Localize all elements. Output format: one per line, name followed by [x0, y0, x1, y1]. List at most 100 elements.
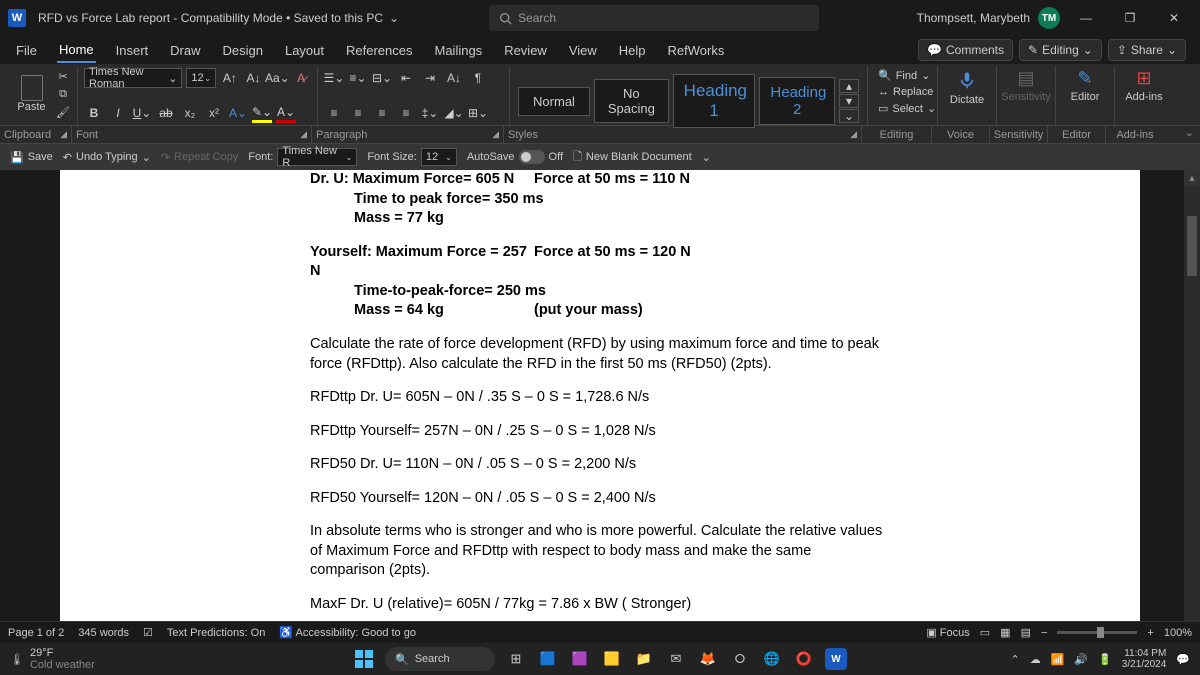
minimize-button[interactable]: — — [1068, 0, 1104, 36]
paste-button[interactable]: Paste — [12, 70, 51, 118]
style-heading-1[interactable]: Heading 1 — [673, 74, 756, 128]
edge-icon[interactable]: 🌐 — [761, 648, 783, 670]
font-name-select[interactable]: Times New Roman⌄ — [84, 68, 182, 88]
tab-references[interactable]: References — [344, 39, 414, 62]
styles-up-icon[interactable]: ▴ — [839, 79, 859, 93]
search-input[interactable]: Search — [489, 5, 819, 31]
zoom-level[interactable]: 100% — [1164, 627, 1192, 639]
zoom-out-button[interactable]: − — [1041, 627, 1047, 639]
font-color-button[interactable]: A⌄ — [276, 103, 296, 123]
onedrive-icon[interactable]: ☁ — [1030, 653, 1041, 666]
avatar[interactable]: TM — [1038, 7, 1060, 29]
addins-button[interactable]: ⊞Add-ins — [1121, 68, 1167, 103]
increase-indent-button[interactable]: ⇥ — [420, 68, 440, 88]
comments-button[interactable]: 💬Comments — [918, 39, 1013, 61]
dialog-launcher-icon[interactable]: ◢ — [850, 129, 857, 140]
align-center-button[interactable]: ≡ — [348, 103, 368, 123]
notifications-icon[interactable]: 💬 — [1176, 653, 1190, 666]
undo-button[interactable]: ↶Undo Typing⌄ — [63, 151, 151, 164]
app-icon[interactable]: 🟦 — [537, 648, 559, 670]
multilevel-button[interactable]: ⊟⌄ — [372, 68, 392, 88]
line-spacing-button[interactable]: ‡⌄ — [420, 103, 440, 123]
tab-draw[interactable]: Draw — [168, 39, 202, 62]
save-button[interactable]: 💾Save — [10, 151, 53, 164]
grow-font-button[interactable]: A↑ — [220, 68, 240, 88]
tab-design[interactable]: Design — [221, 39, 265, 62]
collapse-ribbon-icon[interactable]: ⌄ — [1179, 126, 1200, 143]
wifi-icon[interactable]: 📶 — [1051, 653, 1065, 666]
italic-button[interactable]: I — [108, 103, 128, 123]
dialog-launcher-icon[interactable]: ◢ — [492, 129, 499, 140]
share-button[interactable]: ⇪Share ⌄ — [1108, 39, 1186, 61]
accessibility-status[interactable]: ♿ Accessibility: Good to go — [279, 626, 416, 639]
autosave-toggle[interactable]: AutoSaveOff — [467, 150, 563, 164]
firefox-icon[interactable]: 🦊 — [697, 648, 719, 670]
title-dropdown-icon[interactable]: ⌄ — [389, 11, 399, 25]
show-marks-button[interactable]: ¶ — [468, 68, 488, 88]
tab-home[interactable]: Home — [57, 38, 96, 63]
text-effects-button[interactable]: A⌄ — [228, 103, 248, 123]
style-no-spacing[interactable]: No Spacing — [594, 79, 669, 123]
mail-icon[interactable]: ✉ — [665, 648, 687, 670]
decrease-indent-button[interactable]: ⇤ — [396, 68, 416, 88]
shading-button[interactable]: ◢⌄ — [444, 103, 464, 123]
borders-button[interactable]: ⊞⌄ — [468, 103, 488, 123]
taskbar-search[interactable]: 🔍Search — [385, 647, 495, 671]
tab-file[interactable]: File — [14, 39, 39, 62]
zoom-in-button[interactable]: + — [1147, 627, 1153, 639]
format-painter-icon[interactable]: 🖌 — [55, 104, 71, 120]
shrink-font-button[interactable]: A↓ — [244, 68, 264, 88]
copy-icon[interactable]: ⧉ — [55, 86, 71, 102]
justify-button[interactable]: ≡ — [396, 103, 416, 123]
superscript-button[interactable]: x² — [204, 103, 224, 123]
task-view-icon[interactable]: ⊞ — [505, 648, 527, 670]
volume-icon[interactable]: 🔊 — [1074, 653, 1088, 666]
word-taskbar-icon[interactable]: W — [825, 648, 847, 670]
cut-icon[interactable]: ✂ — [55, 68, 71, 84]
app-icon[interactable]: 🟪 — [569, 648, 591, 670]
zoom-slider[interactable] — [1057, 631, 1137, 634]
spellcheck-icon[interactable]: ☑ — [143, 626, 153, 639]
tray-chevron-icon[interactable]: ⌃ — [1010, 653, 1019, 666]
weather-widget[interactable]: 🌡 29°FCold weather — [10, 647, 95, 671]
select-button[interactable]: ▭Select⌄ — [874, 101, 931, 116]
clock[interactable]: 11:04 PM3/21/2024 — [1122, 648, 1167, 670]
tab-mailings[interactable]: Mailings — [433, 39, 485, 62]
read-mode-icon[interactable]: ▭ — [980, 626, 990, 639]
subscript-button[interactable]: x₂ — [180, 103, 200, 123]
replace-button[interactable]: ↔Replace — [874, 85, 931, 99]
new-doc-button[interactable]: 🗋New Blank Document — [573, 148, 692, 167]
tab-insert[interactable]: Insert — [114, 39, 151, 62]
font-size-select[interactable]: 12⌄ — [186, 68, 216, 88]
document-page[interactable]: Dr. U: Maximum Force= 605 NForce at 50 m… — [60, 170, 1140, 637]
tab-view[interactable]: View — [567, 39, 599, 62]
qat-size-select[interactable]: 12⌄ — [421, 148, 457, 166]
tab-refworks[interactable]: RefWorks — [666, 39, 727, 62]
app-icon[interactable]: 🟨 — [601, 648, 623, 670]
style-normal[interactable]: Normal — [518, 87, 590, 116]
close-button[interactable]: ✕ — [1156, 0, 1192, 36]
explorer-icon[interactable]: 📁 — [633, 648, 655, 670]
chrome-icon[interactable]: ⭕ — [793, 648, 815, 670]
tab-layout[interactable]: Layout — [283, 39, 326, 62]
battery-icon[interactable]: 🔋 — [1098, 653, 1112, 666]
change-case-button[interactable]: Aa⌄ — [267, 68, 287, 88]
scroll-up-icon[interactable]: ▲ — [1184, 170, 1200, 186]
highlight-button[interactable]: ✎⌄ — [252, 103, 272, 123]
style-heading-2[interactable]: Heading 2 — [759, 77, 835, 125]
word-count[interactable]: 345 words — [78, 627, 129, 639]
focus-button[interactable]: ▣ Focus — [926, 626, 969, 639]
dictate-button[interactable]: Dictate — [944, 68, 990, 106]
clear-format-button[interactable]: A̷ — [291, 68, 311, 88]
page-status[interactable]: Page 1 of 2 — [8, 627, 64, 639]
sort-button[interactable]: A↓ — [444, 68, 464, 88]
text-predictions[interactable]: Text Predictions: On — [167, 627, 265, 639]
bullets-button[interactable]: ☰⌄ — [324, 68, 344, 88]
styles-down-icon[interactable]: ▾ — [839, 94, 859, 108]
start-button[interactable] — [353, 648, 375, 670]
vertical-scrollbar[interactable]: ▲ ▼ — [1184, 170, 1200, 637]
numbering-button[interactable]: ≡⌄ — [348, 68, 368, 88]
web-layout-icon[interactable]: ▤ — [1021, 626, 1031, 639]
print-layout-icon[interactable]: ▦ — [1000, 626, 1010, 639]
dialog-launcher-icon[interactable]: ◢ — [300, 129, 307, 140]
